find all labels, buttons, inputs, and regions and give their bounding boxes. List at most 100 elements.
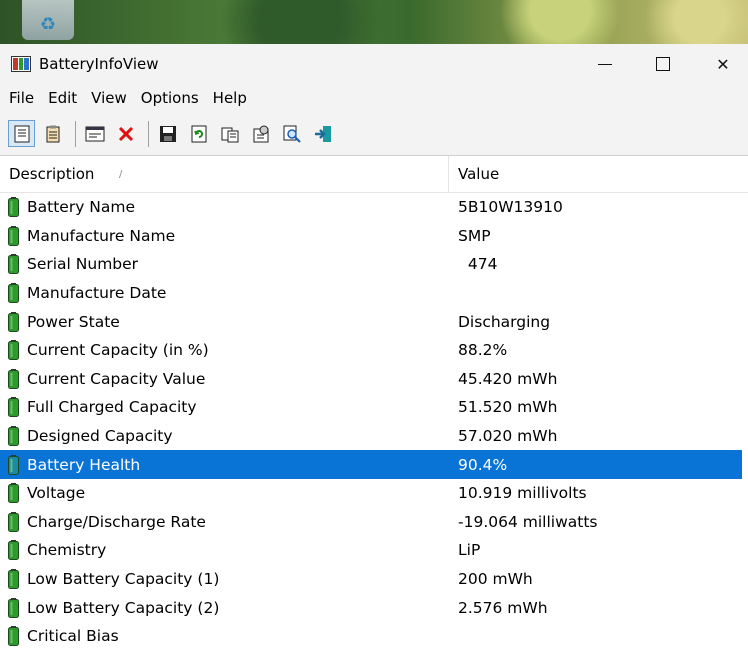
list-row[interactable]: Voltage 10.919 millivolts <box>0 479 748 508</box>
row-description-cell: Manufacture Date <box>0 283 449 304</box>
copy-selected-icon <box>46 125 59 142</box>
list-row[interactable]: Low Battery Capacity (2) 2.576 mWh <box>0 593 748 622</box>
minimize-icon <box>598 63 612 65</box>
menu-file[interactable]: File <box>2 89 41 107</box>
list-row[interactable]: Designed Capacity 57.020 mWh <box>0 422 748 451</box>
copy-icon <box>221 127 238 142</box>
copy-button[interactable] <box>216 120 243 147</box>
menu-help[interactable]: Help <box>206 89 254 107</box>
toolbar <box>0 112 748 156</box>
battery-icon <box>8 597 19 618</box>
row-description-cell: Serial Number <box>0 254 449 275</box>
row-description-cell: Charge/Discharge Rate <box>0 511 449 532</box>
row-description: Critical Bias <box>27 627 119 646</box>
list-row[interactable]: Manufacture Date <box>0 279 748 308</box>
battery-icon <box>8 340 19 361</box>
advanced-options-icon <box>253 125 268 142</box>
row-description: Manufacture Date <box>27 284 167 303</box>
battery-icon <box>8 311 19 332</box>
row-description: Battery Health <box>27 455 141 474</box>
menu-options[interactable]: Options <box>134 89 206 107</box>
properties-window-icon <box>85 126 104 141</box>
close-button[interactable]: ✕ <box>698 44 748 84</box>
maximize-icon <box>656 57 670 71</box>
desktop-wallpaper: ♻ <box>0 0 748 44</box>
row-value: 2.576 mWh <box>458 598 548 617</box>
row-value: 90.4% <box>458 455 508 474</box>
list-row[interactable]: Serial Number 474 <box>0 250 748 279</box>
row-description-cell: Low Battery Capacity (2) <box>0 597 449 618</box>
row-value: 88.2% <box>458 341 508 360</box>
battery-info-list[interactable]: Description / Value Battery Name 5B10W139… <box>0 156 748 651</box>
row-description-cell: Voltage <box>0 483 449 504</box>
row-description-cell: Chemistry <box>0 540 449 561</box>
html-report-button[interactable] <box>8 120 35 147</box>
list-row[interactable]: Current Capacity Value 45.420 mWh <box>0 365 748 394</box>
row-value: 474 <box>458 255 498 274</box>
refresh-button[interactable] <box>185 120 212 147</box>
row-description-cell: Full Charged Capacity <box>0 397 449 418</box>
find-icon <box>283 125 301 143</box>
toolbar-separator <box>148 120 149 147</box>
menu-edit[interactable]: Edit <box>41 89 84 107</box>
row-description: Low Battery Capacity (1) <box>27 570 220 589</box>
save-button[interactable] <box>154 120 181 147</box>
copy-selected-button[interactable] <box>39 120 66 147</box>
row-description-cell: Battery Health <box>0 454 449 475</box>
menu-view[interactable]: View <box>84 89 134 107</box>
row-value: Discharging <box>458 312 551 331</box>
list-row[interactable]: Current Capacity (in %) 88.2% <box>0 336 748 365</box>
save-icon <box>159 125 176 142</box>
list-row[interactable]: Battery Health 90.4% <box>0 450 742 479</box>
row-description: Serial Number <box>27 255 139 274</box>
row-value: LiP <box>458 541 481 560</box>
properties-window-button[interactable] <box>81 120 108 147</box>
row-value: 57.020 mWh <box>458 427 558 446</box>
row-description: Low Battery Capacity (2) <box>27 598 220 617</box>
column-header-value[interactable]: Value <box>449 165 499 183</box>
list-row[interactable]: Manufacture Name SMP <box>0 222 748 251</box>
app-window: BatteryInfoView ✕ File Edit View Options… <box>0 44 748 652</box>
battery-icon <box>8 397 19 418</box>
column-header-description[interactable]: Description / <box>0 156 449 192</box>
row-description-cell: Critical Bias <box>0 626 449 647</box>
row-value: 5B10W13910 <box>458 198 563 217</box>
row-description: Designed Capacity <box>27 427 173 446</box>
battery-icon <box>8 283 19 304</box>
refresh-icon <box>191 125 206 142</box>
column-header-description-label: Description <box>9 165 95 183</box>
battery-icon <box>8 254 19 275</box>
battery-icon <box>8 511 19 532</box>
sort-indicator-icon: / <box>119 169 123 180</box>
list-row[interactable]: Battery Name 5B10W13910 <box>0 193 748 222</box>
list-row[interactable]: Critical Bias <box>0 622 748 651</box>
row-description-cell: Low Battery Capacity (1) <box>0 569 449 590</box>
window-title: BatteryInfoView <box>39 55 159 73</box>
column-header-value-label: Value <box>458 165 500 183</box>
delete-icon <box>118 126 133 141</box>
list-row[interactable]: Low Battery Capacity (1) 200 mWh <box>0 565 748 594</box>
app-icon <box>11 56 31 72</box>
row-description-cell: Power State <box>0 311 449 332</box>
row-description-cell: Manufacture Name <box>0 225 449 246</box>
battery-icon <box>8 426 19 447</box>
list-row[interactable]: Charge/Discharge Rate -19.064 milliwatts <box>0 508 748 537</box>
exit-icon <box>314 125 331 142</box>
list-row[interactable]: Power State Discharging <box>0 307 748 336</box>
row-description: Battery Name <box>27 198 136 217</box>
list-rows: Battery Name 5B10W13910 Manufacture Name SM… <box>0 193 748 651</box>
find-button[interactable] <box>278 120 305 147</box>
exit-button[interactable] <box>309 120 336 147</box>
maximize-button[interactable] <box>628 44 698 84</box>
title-bar[interactable]: BatteryInfoView ✕ <box>0 44 748 84</box>
list-row[interactable]: Full Charged Capacity 51.520 mWh <box>0 393 748 422</box>
row-description-cell: Current Capacity Value <box>0 368 449 389</box>
close-icon: ✕ <box>716 54 730 74</box>
advanced-options-button[interactable] <box>247 120 274 147</box>
list-header: Description / Value <box>0 156 748 193</box>
list-row[interactable]: Chemistry LiP <box>0 536 748 565</box>
battery-icon <box>8 569 19 590</box>
recycle-bin-icon[interactable]: ♻ <box>22 0 74 40</box>
battery-icon <box>8 626 19 647</box>
delete-button[interactable] <box>112 120 139 147</box>
